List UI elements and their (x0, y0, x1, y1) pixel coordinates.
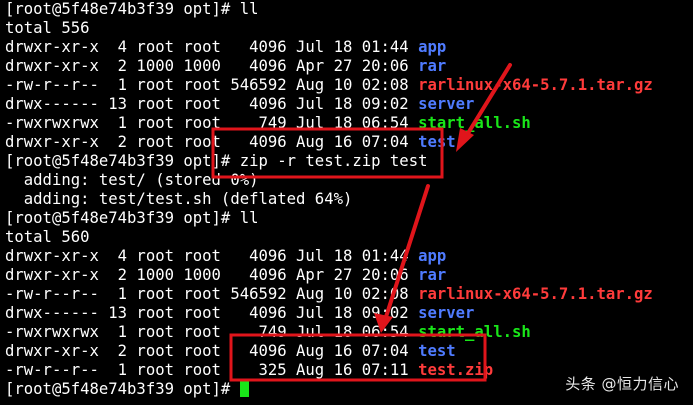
file-row: -rw-r--r-- 1 root root 546592 Aug 10 02:… (5, 76, 693, 95)
file-name: rar (418, 57, 447, 75)
total-line: total 560 (5, 228, 90, 246)
file-name: rarlinux-x64-5.7.1.tar.gz (418, 76, 653, 94)
file-meta: -rw-r--r-- 1 root root 546592 Aug 10 02:… (5, 285, 419, 303)
file-row: drwxr-xr-x 2 root root 4096 Aug 16 07:04… (5, 342, 693, 361)
zip-output-line: adding: test/ (stored 0%) (5, 171, 259, 189)
terminal-cursor[interactable] (239, 381, 249, 397)
file-name: app (418, 38, 447, 56)
file-meta: drwx------ 13 root root 4096 Jul 18 09:0… (5, 304, 419, 322)
prompt-line: [root@5f48e74b3f39 opt]# ll (5, 0, 259, 18)
file-row: drwxr-xr-x 2 root root 4096 Aug 16 07:04… (5, 133, 693, 152)
file-meta: drwxr-xr-x 4 root root 4096 Jul 18 01:44 (5, 38, 419, 56)
zip-output-line: adding: test/test.sh (deflated 64%) (5, 190, 353, 208)
file-meta: -rwxrwxrwx 1 root root 749 Jul 18 06:54 (5, 114, 419, 132)
file-row: drwxr-xr-x 4 root root 4096 Jul 18 01:44… (5, 38, 693, 57)
file-row: -rwxrwxrwx 1 root root 749 Jul 18 06:54 … (5, 114, 693, 133)
file-meta: drwx------ 13 root root 4096 Jul 18 09:0… (5, 95, 419, 113)
file-name: rarlinux-x64-5.7.1.tar.gz (418, 285, 653, 303)
file-name: test (418, 342, 456, 360)
file-meta: -rwxrwxrwx 1 root root 749 Jul 18 06:54 (5, 323, 419, 341)
zip-command-line: [root@5f48e74b3f39 opt]# zip -r test.zip… (5, 152, 428, 170)
file-name: start_all.sh (418, 114, 531, 132)
file-name: rar (418, 266, 447, 284)
file-name: app (418, 247, 447, 265)
file-meta: -rw-r--r-- 1 root root 325 Aug 16 07:11 (5, 361, 419, 379)
file-row: drwxr-xr-x 2 1000 1000 4096 Apr 27 20:06… (5, 266, 693, 285)
file-name: test (418, 133, 456, 151)
file-meta: drwxr-xr-x 2 1000 1000 4096 Apr 27 20:06 (5, 57, 419, 75)
file-meta: drwxr-xr-x 4 root root 4096 Jul 18 01:44 (5, 247, 419, 265)
file-name: test.zip (418, 361, 494, 379)
file-meta: drwxr-xr-x 2 1000 1000 4096 Apr 27 20:06 (5, 266, 419, 284)
watermark-text: 头条 @恒力信心 (565, 375, 679, 393)
file-meta: drwxr-xr-x 2 root root 4096 Aug 16 07:04 (5, 133, 419, 151)
total-line: total 556 (5, 19, 90, 37)
file-row: drwx------ 13 root root 4096 Jul 18 09:0… (5, 304, 693, 323)
prompt-text: [root@5f48e74b3f39 opt]# (5, 380, 240, 398)
file-name: server (418, 304, 475, 322)
file-row: -rw-r--r-- 1 root root 546592 Aug 10 02:… (5, 285, 693, 304)
file-meta: -rw-r--r-- 1 root root 546592 Aug 10 02:… (5, 76, 419, 94)
file-name: server (418, 95, 475, 113)
file-row: drwxr-xr-x 2 1000 1000 4096 Apr 27 20:06… (5, 57, 693, 76)
file-row: -rwxrwxrwx 1 root root 749 Jul 18 06:54 … (5, 323, 693, 342)
file-row: drwxr-xr-x 4 root root 4096 Jul 18 01:44… (5, 247, 693, 266)
terminal-window[interactable]: [root@5f48e74b3f39 opt]# ll total 556 dr… (5, 0, 693, 405)
file-name: start_all.sh (418, 323, 531, 341)
prompt-line: [root@5f48e74b3f39 opt]# ll (5, 209, 259, 227)
file-meta: drwxr-xr-x 2 root root 4096 Aug 16 07:04 (5, 342, 419, 360)
file-row: drwx------ 13 root root 4096 Jul 18 09:0… (5, 95, 693, 114)
